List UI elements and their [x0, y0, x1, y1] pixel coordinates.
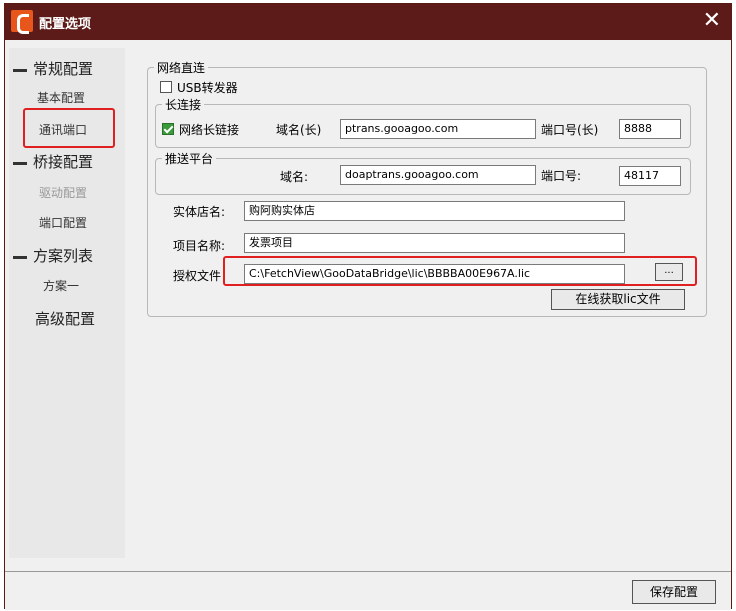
- push-port-label: 端口号:: [541, 169, 582, 183]
- long-domain-input[interactable]: ptrans.gooagoo.com: [340, 119, 536, 139]
- sidebar-item-advanced[interactable]: 高级配置: [35, 308, 95, 329]
- sidebar-group-label: 常规配置: [33, 60, 94, 78]
- sidebar-item-basic[interactable]: 基本配置: [37, 89, 85, 106]
- config-window: 配置选项 ✕ 常规配置 基本配置 通讯端口 桥接配置 驱动配置 端口配置 方案列…: [4, 3, 732, 610]
- push-platform-legend: 推送平台: [165, 152, 214, 166]
- save-config-button[interactable]: 保存配置: [632, 580, 716, 604]
- sidebar: 常规配置 基本配置 通讯端口 桥接配置 驱动配置 端口配置 方案列表 方案一 高…: [9, 48, 125, 558]
- usb-forwarder-checkbox[interactable]: [160, 81, 172, 93]
- sidebar-group-scheme[interactable]: 方案列表: [13, 245, 93, 266]
- long-port-label: 端口号(长): [541, 123, 599, 137]
- long-connection-legend: 长连接: [165, 98, 202, 112]
- sidebar-item-scheme1[interactable]: 方案一: [43, 277, 79, 294]
- sidebar-item-port[interactable]: 端口配置: [39, 214, 87, 231]
- long-domain-label: 域名(长): [276, 123, 322, 137]
- push-domain-label: 域名:: [280, 170, 309, 184]
- collapse-dash-icon: [13, 68, 27, 72]
- highlight-box-license: [223, 256, 697, 286]
- long-link-checkbox[interactable]: [162, 123, 174, 135]
- sidebar-item-driver: 驱动配置: [39, 186, 88, 200]
- close-icon[interactable]: ✕: [703, 8, 721, 34]
- license-file-label: 授权文件: [173, 269, 222, 283]
- collapse-dash-icon: [13, 255, 27, 259]
- highlight-box-comm: [23, 108, 115, 148]
- sidebar-group-bridge[interactable]: 桥接配置: [13, 151, 93, 172]
- collapse-dash-icon: [13, 161, 27, 165]
- title-bar: 配置选项 ✕: [5, 4, 731, 40]
- footer-bar: [5, 571, 731, 610]
- project-name-input[interactable]: 发票项目: [244, 233, 625, 253]
- store-name-input[interactable]: 购阿购实体店: [244, 201, 625, 221]
- store-name-label: 实体店名:: [173, 205, 226, 219]
- project-name-label: 项目名称:: [173, 239, 226, 253]
- online-get-lic-button[interactable]: 在线获取lic文件: [551, 289, 685, 310]
- usb-forwarder-label: USB转发器: [177, 81, 238, 95]
- window-title: 配置选项: [39, 17, 92, 32]
- app-logo-icon: [11, 10, 33, 34]
- sidebar-group-label: 桥接配置: [33, 153, 94, 171]
- push-domain-input[interactable]: doaptrans.gooagoo.com: [340, 165, 536, 185]
- sidebar-group-label: 方案列表: [33, 247, 94, 265]
- network-direct-legend: 网络直连: [157, 61, 206, 75]
- long-link-label: 网络长链接: [179, 123, 240, 137]
- sidebar-group-general[interactable]: 常规配置: [13, 58, 93, 79]
- long-port-input[interactable]: 8888: [619, 119, 681, 139]
- push-port-input[interactable]: 48117: [619, 166, 681, 186]
